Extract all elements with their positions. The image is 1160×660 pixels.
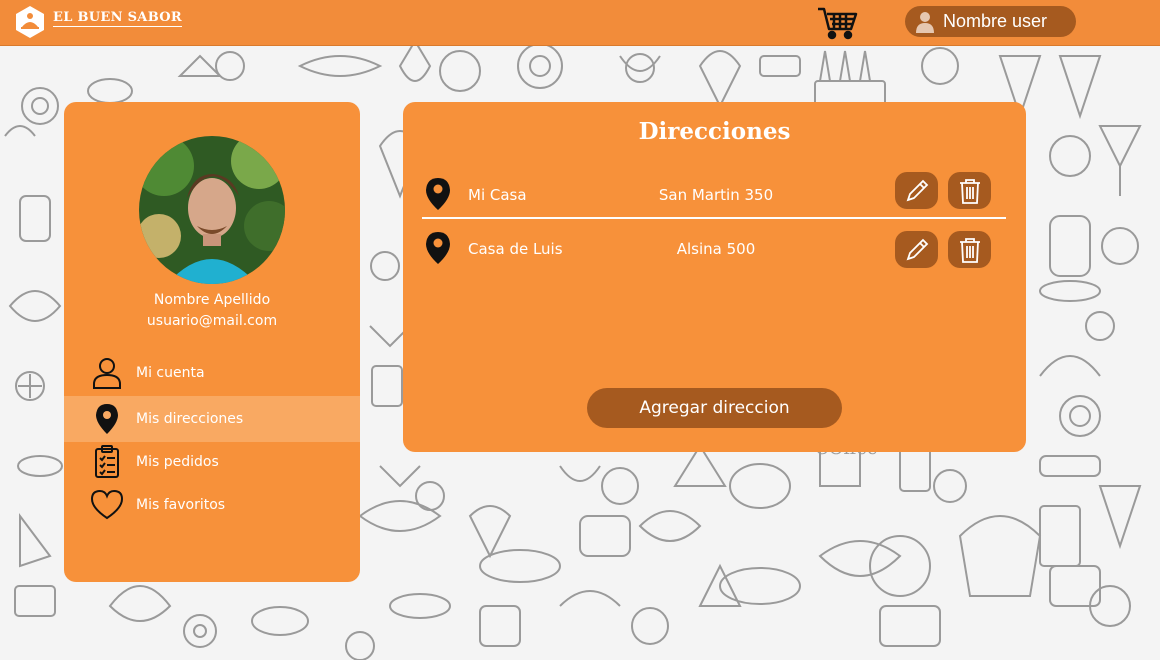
edit-address-button[interactable] [895,231,938,268]
address-row: Casa de Luis Alsina 500 [403,227,1026,277]
menu-item-mis-direcciones[interactable]: Mis direcciones [64,396,360,442]
top-navbar: EL BUEN SABOR Nombre user [0,0,1160,46]
profile-name: Nombre Apellido [153,292,271,308]
address-street: Alsina 500 [676,240,756,258]
logo-icon[interactable] [15,5,45,39]
avatar [139,136,285,284]
addresses-panel: Direcciones Mi Casa San Martin 350 Casa … [403,102,1026,452]
clipboard-list-icon [95,445,119,478]
pencil-icon [906,179,928,201]
address-name: Casa de Luis [468,240,563,258]
cart-icon[interactable] [816,5,858,41]
address-row: Mi Casa San Martin 350 [403,169,1026,219]
menu-item-mis-pedidos[interactable]: Mis pedidos [64,439,360,485]
location-pin-icon [96,404,118,434]
profile-panel: Nombre Apellido usuario@mail.com Mi cuen… [64,102,360,582]
address-divider [422,217,1006,219]
menu-item-mi-cuenta[interactable]: Mi cuenta [64,350,360,396]
menu-item-mis-favoritos[interactable]: Mis favoritos [64,482,360,528]
user-name: Nombre user [943,11,1048,31]
user-icon [916,11,934,33]
location-pin-icon [426,178,450,210]
address-name: Mi Casa [468,186,527,204]
menu-item-label: Mis pedidos [136,454,219,470]
brand-name[interactable]: EL BUEN SABOR [53,10,182,27]
addresses-title: Direcciones [638,118,791,145]
profile-email: usuario@mail.com [146,313,278,329]
user-menu-button[interactable]: Nombre user [905,6,1076,37]
menu-item-label: Mis favoritos [136,497,226,513]
address-street: San Martin 350 [658,186,774,204]
delete-address-button[interactable] [948,231,991,268]
heart-icon [90,489,124,520]
pencil-icon [906,238,928,260]
trash-icon [959,178,980,204]
user-icon [93,358,121,389]
menu-item-label: Mis direcciones [136,411,244,427]
delete-address-button[interactable] [948,172,991,209]
edit-address-button[interactable] [895,172,938,209]
trash-icon [959,237,980,263]
menu-item-label: Mi cuenta [136,365,205,381]
location-pin-icon [426,232,450,264]
add-address-button[interactable]: Agregar direccion [587,388,842,428]
